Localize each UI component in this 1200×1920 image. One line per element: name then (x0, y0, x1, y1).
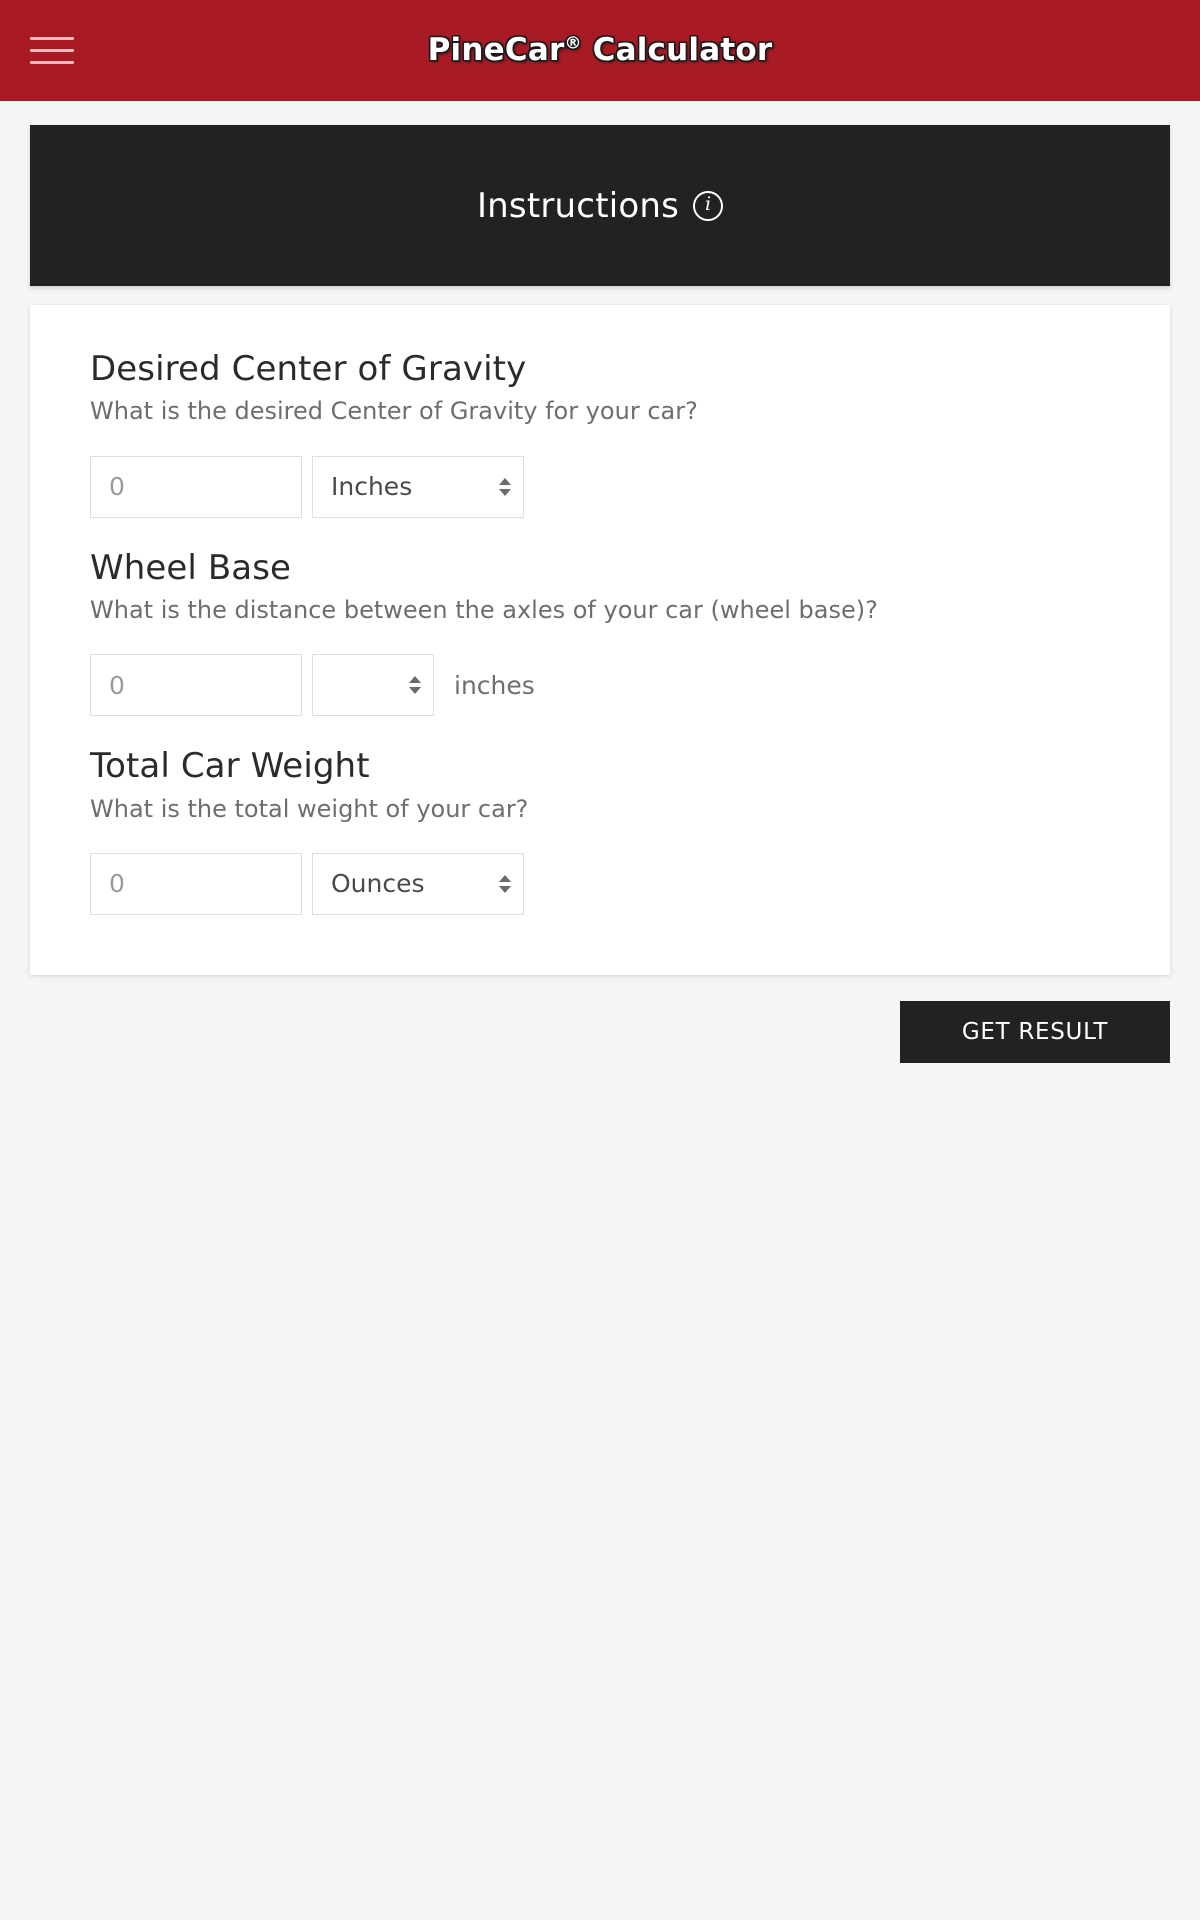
wheel-base-unit-label: inches (454, 670, 535, 700)
field-title-total-car-weight: Total Car Weight (90, 746, 370, 787)
hamburger-menu-icon[interactable] (30, 33, 74, 69)
wheel-base-fraction-select[interactable] (312, 654, 434, 717)
chevron-up-icon (409, 676, 421, 684)
info-icon-glyph: i (705, 193, 712, 215)
registered-trademark-icon: ® (564, 33, 582, 54)
page-root: PineCar® Calculator Instructions i Desir… (0, 0, 1200, 1920)
page-title-main: PineCar (427, 32, 565, 68)
instructions-banner-inner[interactable]: Instructions i (476, 185, 724, 226)
instructions-label: Instructions (476, 185, 680, 226)
field-group-total-car-weight: Total Car Weight What is the total weigh… (90, 746, 1110, 915)
field-group-center-of-gravity: Desired Center of Gravity What is the de… (90, 349, 1110, 518)
hamburger-bar-2 (30, 49, 74, 52)
input-row-wheel-base: inches (90, 654, 1110, 717)
input-row-center-of-gravity: Inches (90, 455, 1110, 518)
field-question-wheel-base: What is the distance between the axles o… (90, 596, 878, 625)
field-group-wheel-base: Wheel Base What is the distance between … (90, 548, 1110, 717)
chevron-down-icon (499, 488, 511, 496)
select-stepper-arrows-icon (499, 874, 511, 893)
select-stepper-arrows-icon (499, 477, 511, 496)
field-question-center-of-gravity: What is the desired Center of Gravity fo… (90, 397, 698, 426)
chevron-down-icon (409, 687, 421, 695)
field-title-wheel-base: Wheel Base (90, 547, 292, 588)
hamburger-bar-1 (30, 37, 74, 40)
wheel-base-input[interactable] (90, 654, 302, 717)
calculator-form-card: Desired Center of Gravity What is the de… (30, 305, 1170, 975)
input-row-total-car-weight: Ounces (90, 852, 1110, 915)
field-title-center-of-gravity: Desired Center of Gravity (90, 349, 527, 389)
total-car-weight-unit-select[interactable]: Ounces (312, 852, 524, 915)
total-car-weight-input[interactable] (90, 852, 302, 915)
hamburger-bar-3 (30, 61, 74, 64)
center-of-gravity-unit-select[interactable]: Inches (312, 455, 524, 518)
chevron-down-icon (499, 885, 511, 893)
content-area: Instructions i Desired Center of Gravity… (0, 101, 1200, 975)
center-of-gravity-input[interactable] (90, 455, 302, 518)
submit-row: GET RESULT (0, 975, 1200, 1063)
chevron-up-icon (499, 874, 511, 882)
info-circle-icon[interactable]: i (693, 190, 724, 221)
get-result-button[interactable]: GET RESULT (900, 1000, 1170, 1063)
total-car-weight-unit-value: Ounces (331, 869, 425, 899)
chevron-up-icon (499, 477, 511, 485)
center-of-gravity-unit-value: Inches (331, 472, 413, 502)
page-title-rest: Calculator (581, 32, 773, 68)
page-title: PineCar® Calculator (428, 35, 773, 66)
field-question-total-car-weight: What is the total weight of your car? (90, 794, 529, 823)
app-header: PineCar® Calculator (0, 0, 1200, 101)
select-stepper-arrows-icon (409, 676, 421, 695)
instructions-banner[interactable]: Instructions i (30, 125, 1170, 286)
